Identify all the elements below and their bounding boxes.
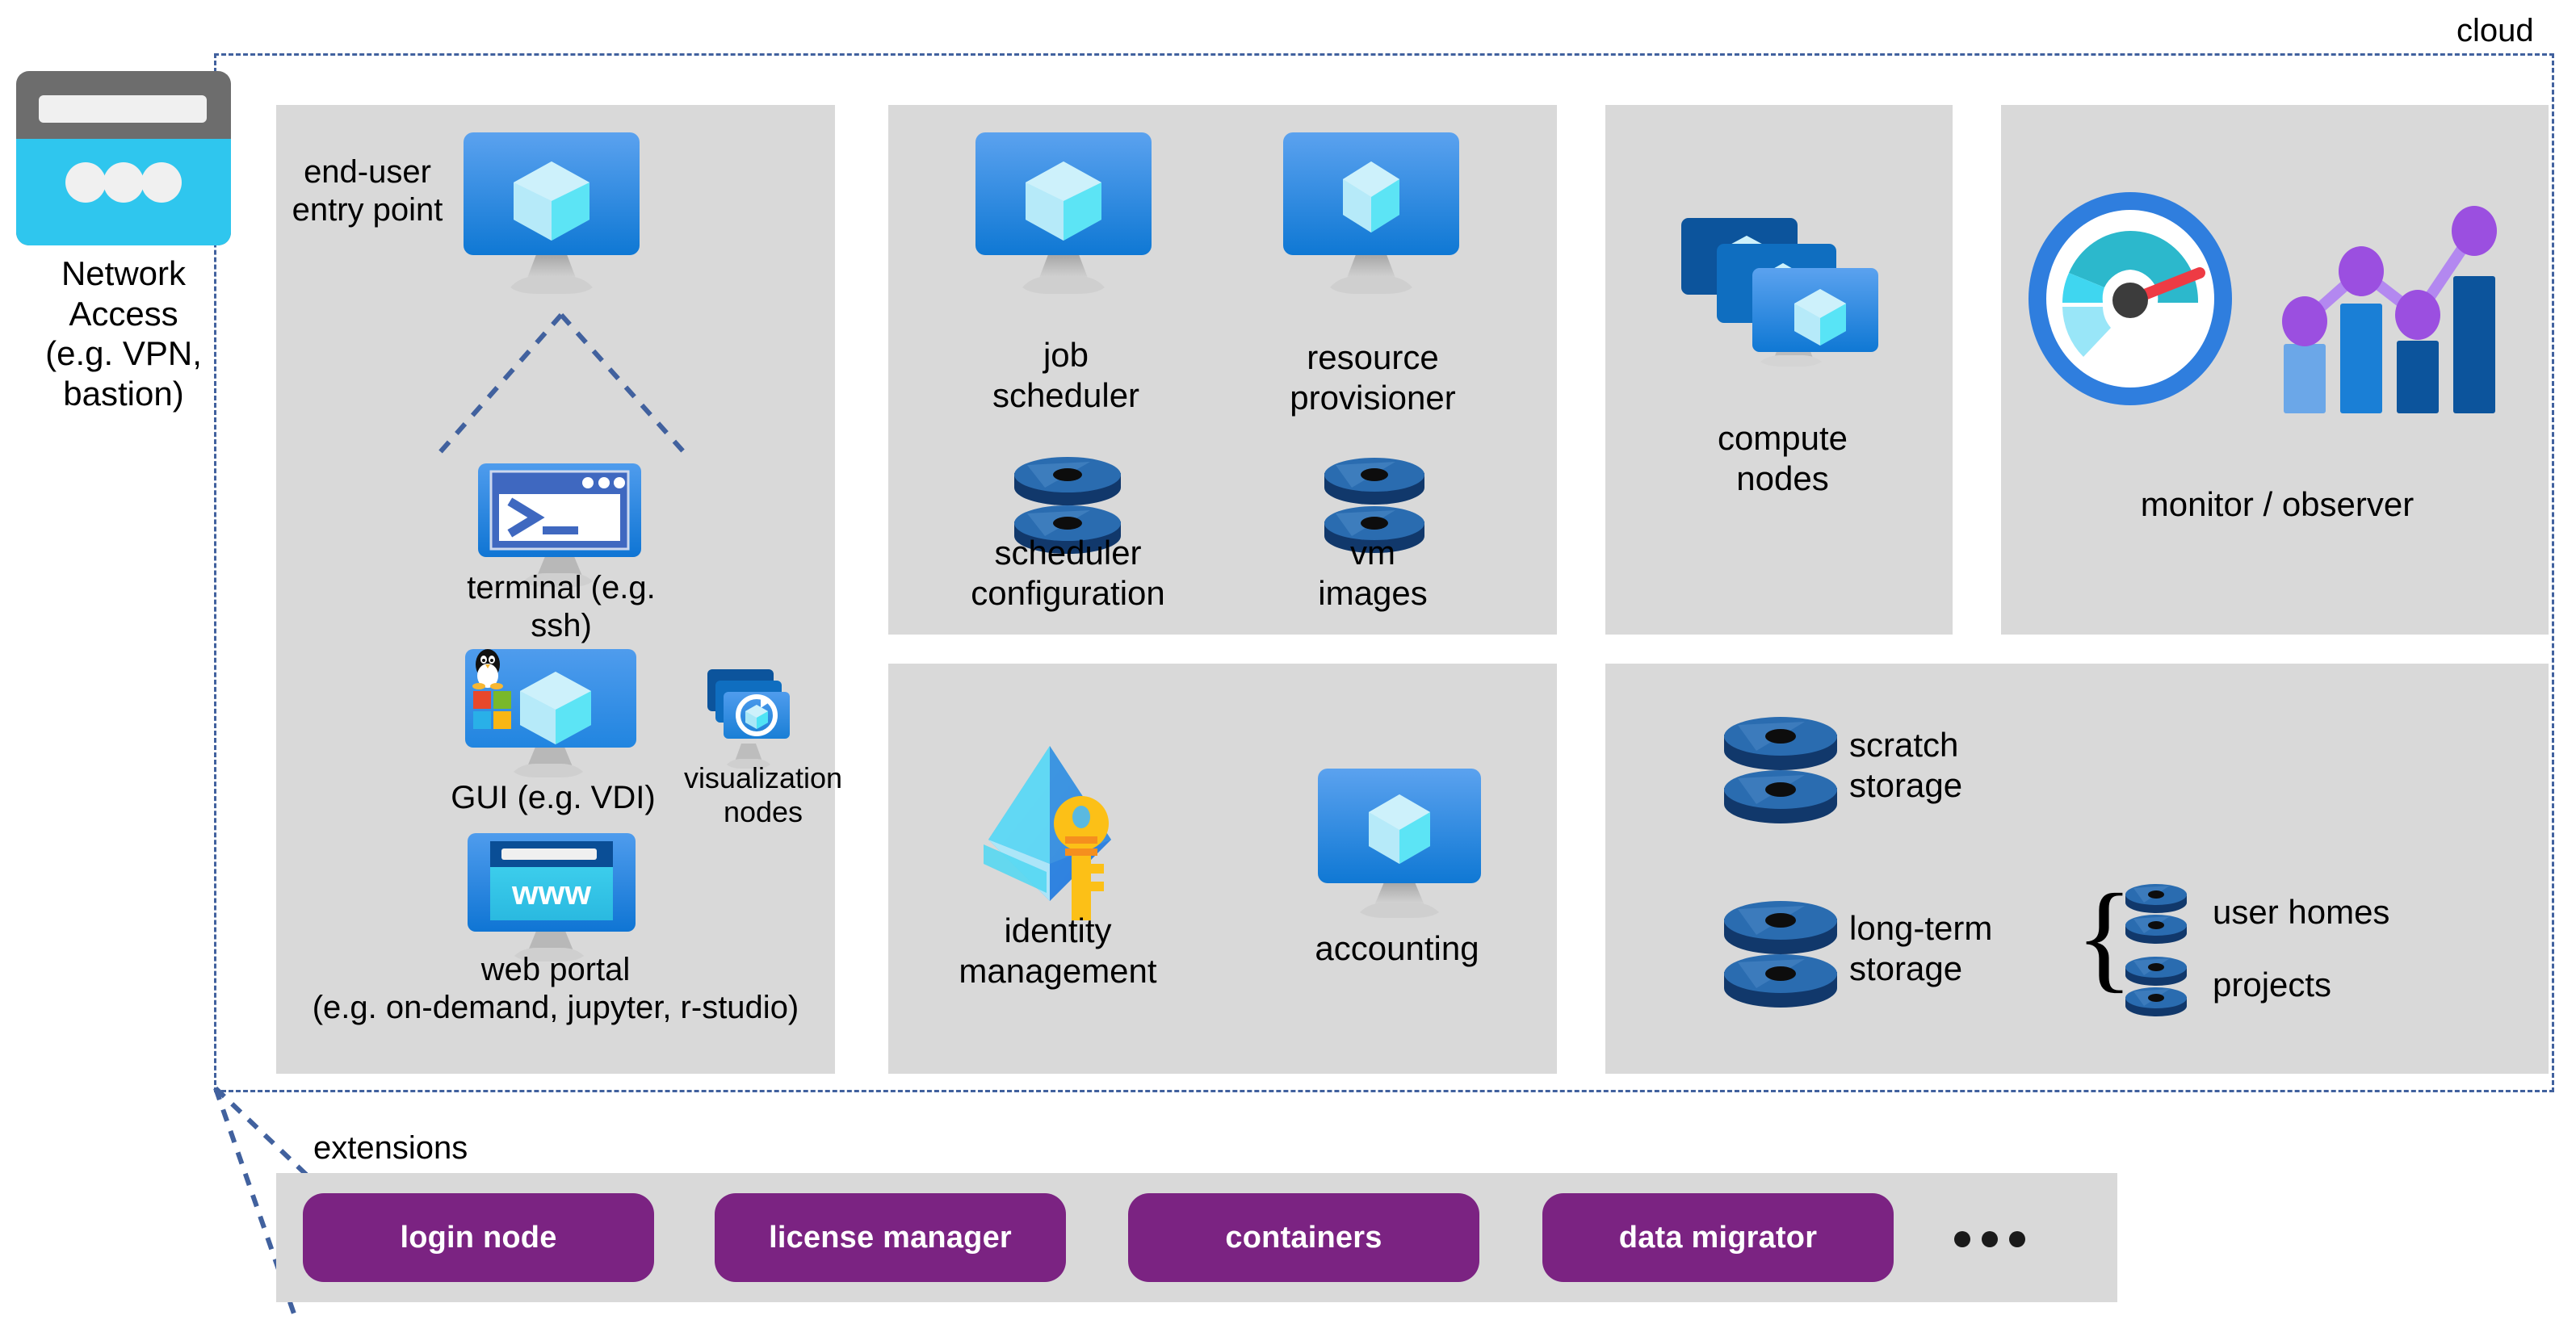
gui-vdi-label: GUI (e.g. VDI) [451, 780, 656, 815]
scratch-storage-node[interactable] [1712, 717, 1849, 832]
entry-fan-connector [432, 313, 692, 460]
end-user-entry-point-label: end-user entry point [292, 154, 443, 228]
identity-management-node[interactable] [969, 743, 1143, 928]
gui-vdi-node[interactable] [452, 646, 654, 787]
terminal-label: terminal (e.g. ssh) [467, 570, 656, 644]
extension-button-license-manager[interactable]: license manager [715, 1193, 1066, 1282]
web-portal-label: web portal (e.g. on-demand, jupyter, r-s… [312, 952, 799, 1026]
compute-nodes-label: compute nodes [1717, 419, 1848, 497]
long-term-storage-node[interactable] [1712, 901, 1849, 1016]
extension-button-login-node[interactable]: login node [303, 1193, 654, 1282]
identity-management-label: identity management [959, 911, 1157, 990]
browser-window-icon [15, 69, 233, 247]
accounting-label: accounting [1315, 929, 1479, 967]
user-homes-label: user homes [2213, 893, 2390, 931]
projects-node[interactable] [2120, 957, 2192, 1020]
web-portal-node[interactable]: www [456, 830, 650, 971]
visualization-nodes-label: visualization nodes [683, 761, 843, 829]
bar-chart-icon [2282, 206, 2497, 413]
scratch-storage-label: scratch storage [1849, 726, 1963, 804]
long-term-storage-label: long-term storage [1849, 909, 1993, 987]
scheduler-configuration-label: scheduler configuration [971, 534, 1165, 612]
extension-button-label: containers [1225, 1220, 1382, 1255]
vm-images-label: vm images [1318, 534, 1428, 612]
user-homes-node[interactable] [2120, 884, 2192, 947]
projects-label: projects [2213, 966, 2332, 1003]
extension-button-label: login node [400, 1220, 557, 1255]
ellipsis-icon[interactable] [1954, 1231, 2025, 1247]
cloud-label: cloud [2456, 13, 2534, 48]
job-scheduler-label: job scheduler [992, 336, 1140, 414]
network-access-group: Network Access (e.g. VPN, bastion) [15, 69, 233, 413]
resource-provisioner-node[interactable] [1270, 129, 1472, 303]
svg-text:www: www [511, 874, 591, 911]
extension-button-label: data migrator [1618, 1220, 1818, 1255]
end-user-entry-point[interactable] [451, 129, 652, 303]
monitor-observer-label: monitor / observer [2140, 485, 2414, 523]
extensions-label: extensions [313, 1130, 468, 1166]
extension-button-containers[interactable]: containers [1128, 1193, 1479, 1282]
compute-nodes-node[interactable] [1663, 187, 1906, 397]
gauge-icon [2028, 192, 2232, 405]
monitor-observer-node[interactable] [2027, 186, 2528, 428]
accounting-node[interactable] [1298, 765, 1500, 927]
extension-button-data-migrator[interactable]: data migrator [1542, 1193, 1894, 1282]
extension-button-label: license manager [769, 1220, 1012, 1255]
network-access-label: Network Access (e.g. VPN, bastion) [45, 254, 202, 413]
job-scheduler-node[interactable] [963, 129, 1164, 303]
resource-provisioner-label: resource provisioner [1290, 338, 1456, 417]
